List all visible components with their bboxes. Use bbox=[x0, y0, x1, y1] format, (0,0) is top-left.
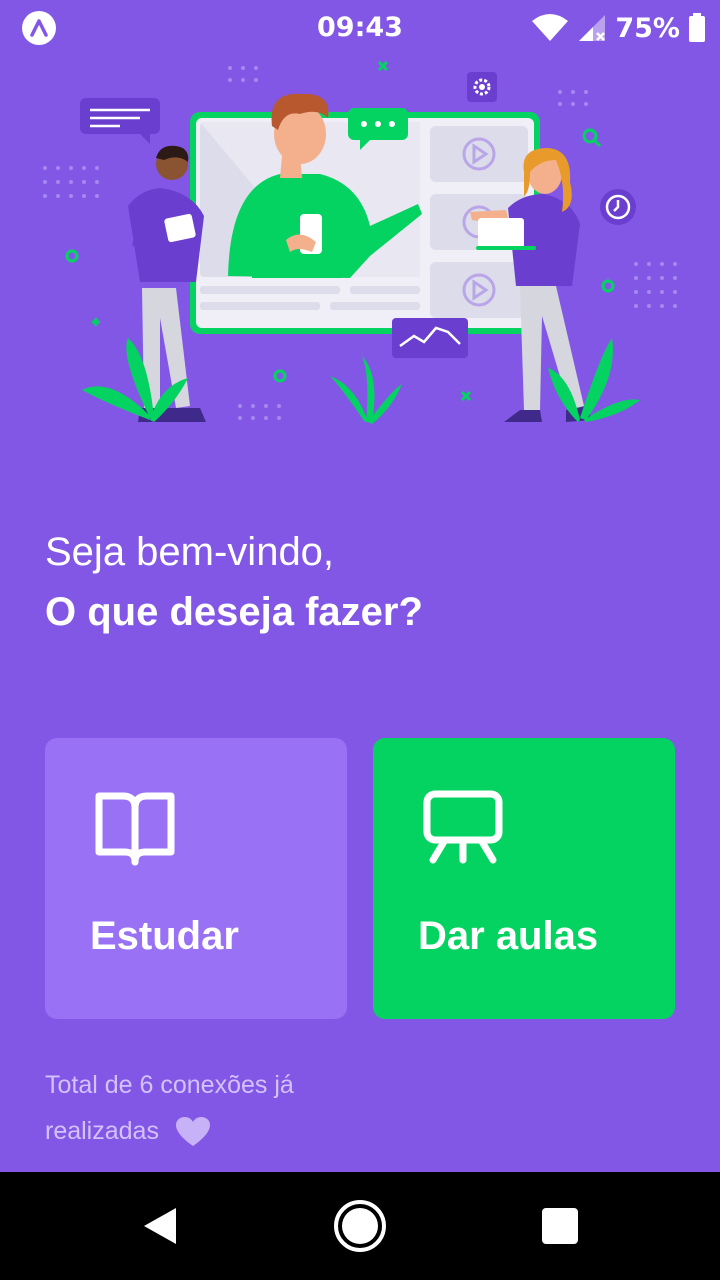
book-open-icon bbox=[95, 792, 175, 866]
battery-percentage: 75% bbox=[615, 12, 680, 44]
teach-label: Dar aulas bbox=[418, 914, 599, 958]
landing-screen: 09:43 75% Seja bem-vindo, O que deseja f… bbox=[0, 0, 720, 1280]
heart-icon bbox=[175, 1117, 210, 1147]
greeting: Seja bem-vindo, O que deseja fazer? bbox=[45, 522, 685, 642]
study-button[interactable]: Estudar bbox=[45, 738, 347, 1019]
system-navigation-bar bbox=[0, 1172, 720, 1280]
connections-text: Total de 6 conexões já realizadas bbox=[45, 1071, 294, 1145]
battery-icon bbox=[689, 13, 705, 42]
status-bar: 09:43 75% bbox=[0, 0, 720, 56]
question-text: O que deseja fazer? bbox=[45, 590, 423, 634]
connections-counter: Total de 6 conexões já realizadas bbox=[45, 1062, 385, 1154]
recents-square-icon[interactable] bbox=[532, 1198, 588, 1254]
wifi-icon bbox=[532, 14, 569, 41]
status-icons: 75% bbox=[531, 10, 706, 46]
study-label: Estudar bbox=[90, 914, 239, 958]
presentation-board-icon bbox=[423, 790, 503, 864]
online-classes-illustration bbox=[43, 60, 677, 424]
back-triangle-icon[interactable] bbox=[132, 1198, 188, 1254]
cell-signal-icon bbox=[579, 15, 606, 41]
teach-button[interactable]: Dar aulas bbox=[373, 738, 675, 1019]
welcome-text: Seja bem-vindo, bbox=[45, 530, 335, 574]
home-circle-icon[interactable] bbox=[332, 1198, 388, 1254]
